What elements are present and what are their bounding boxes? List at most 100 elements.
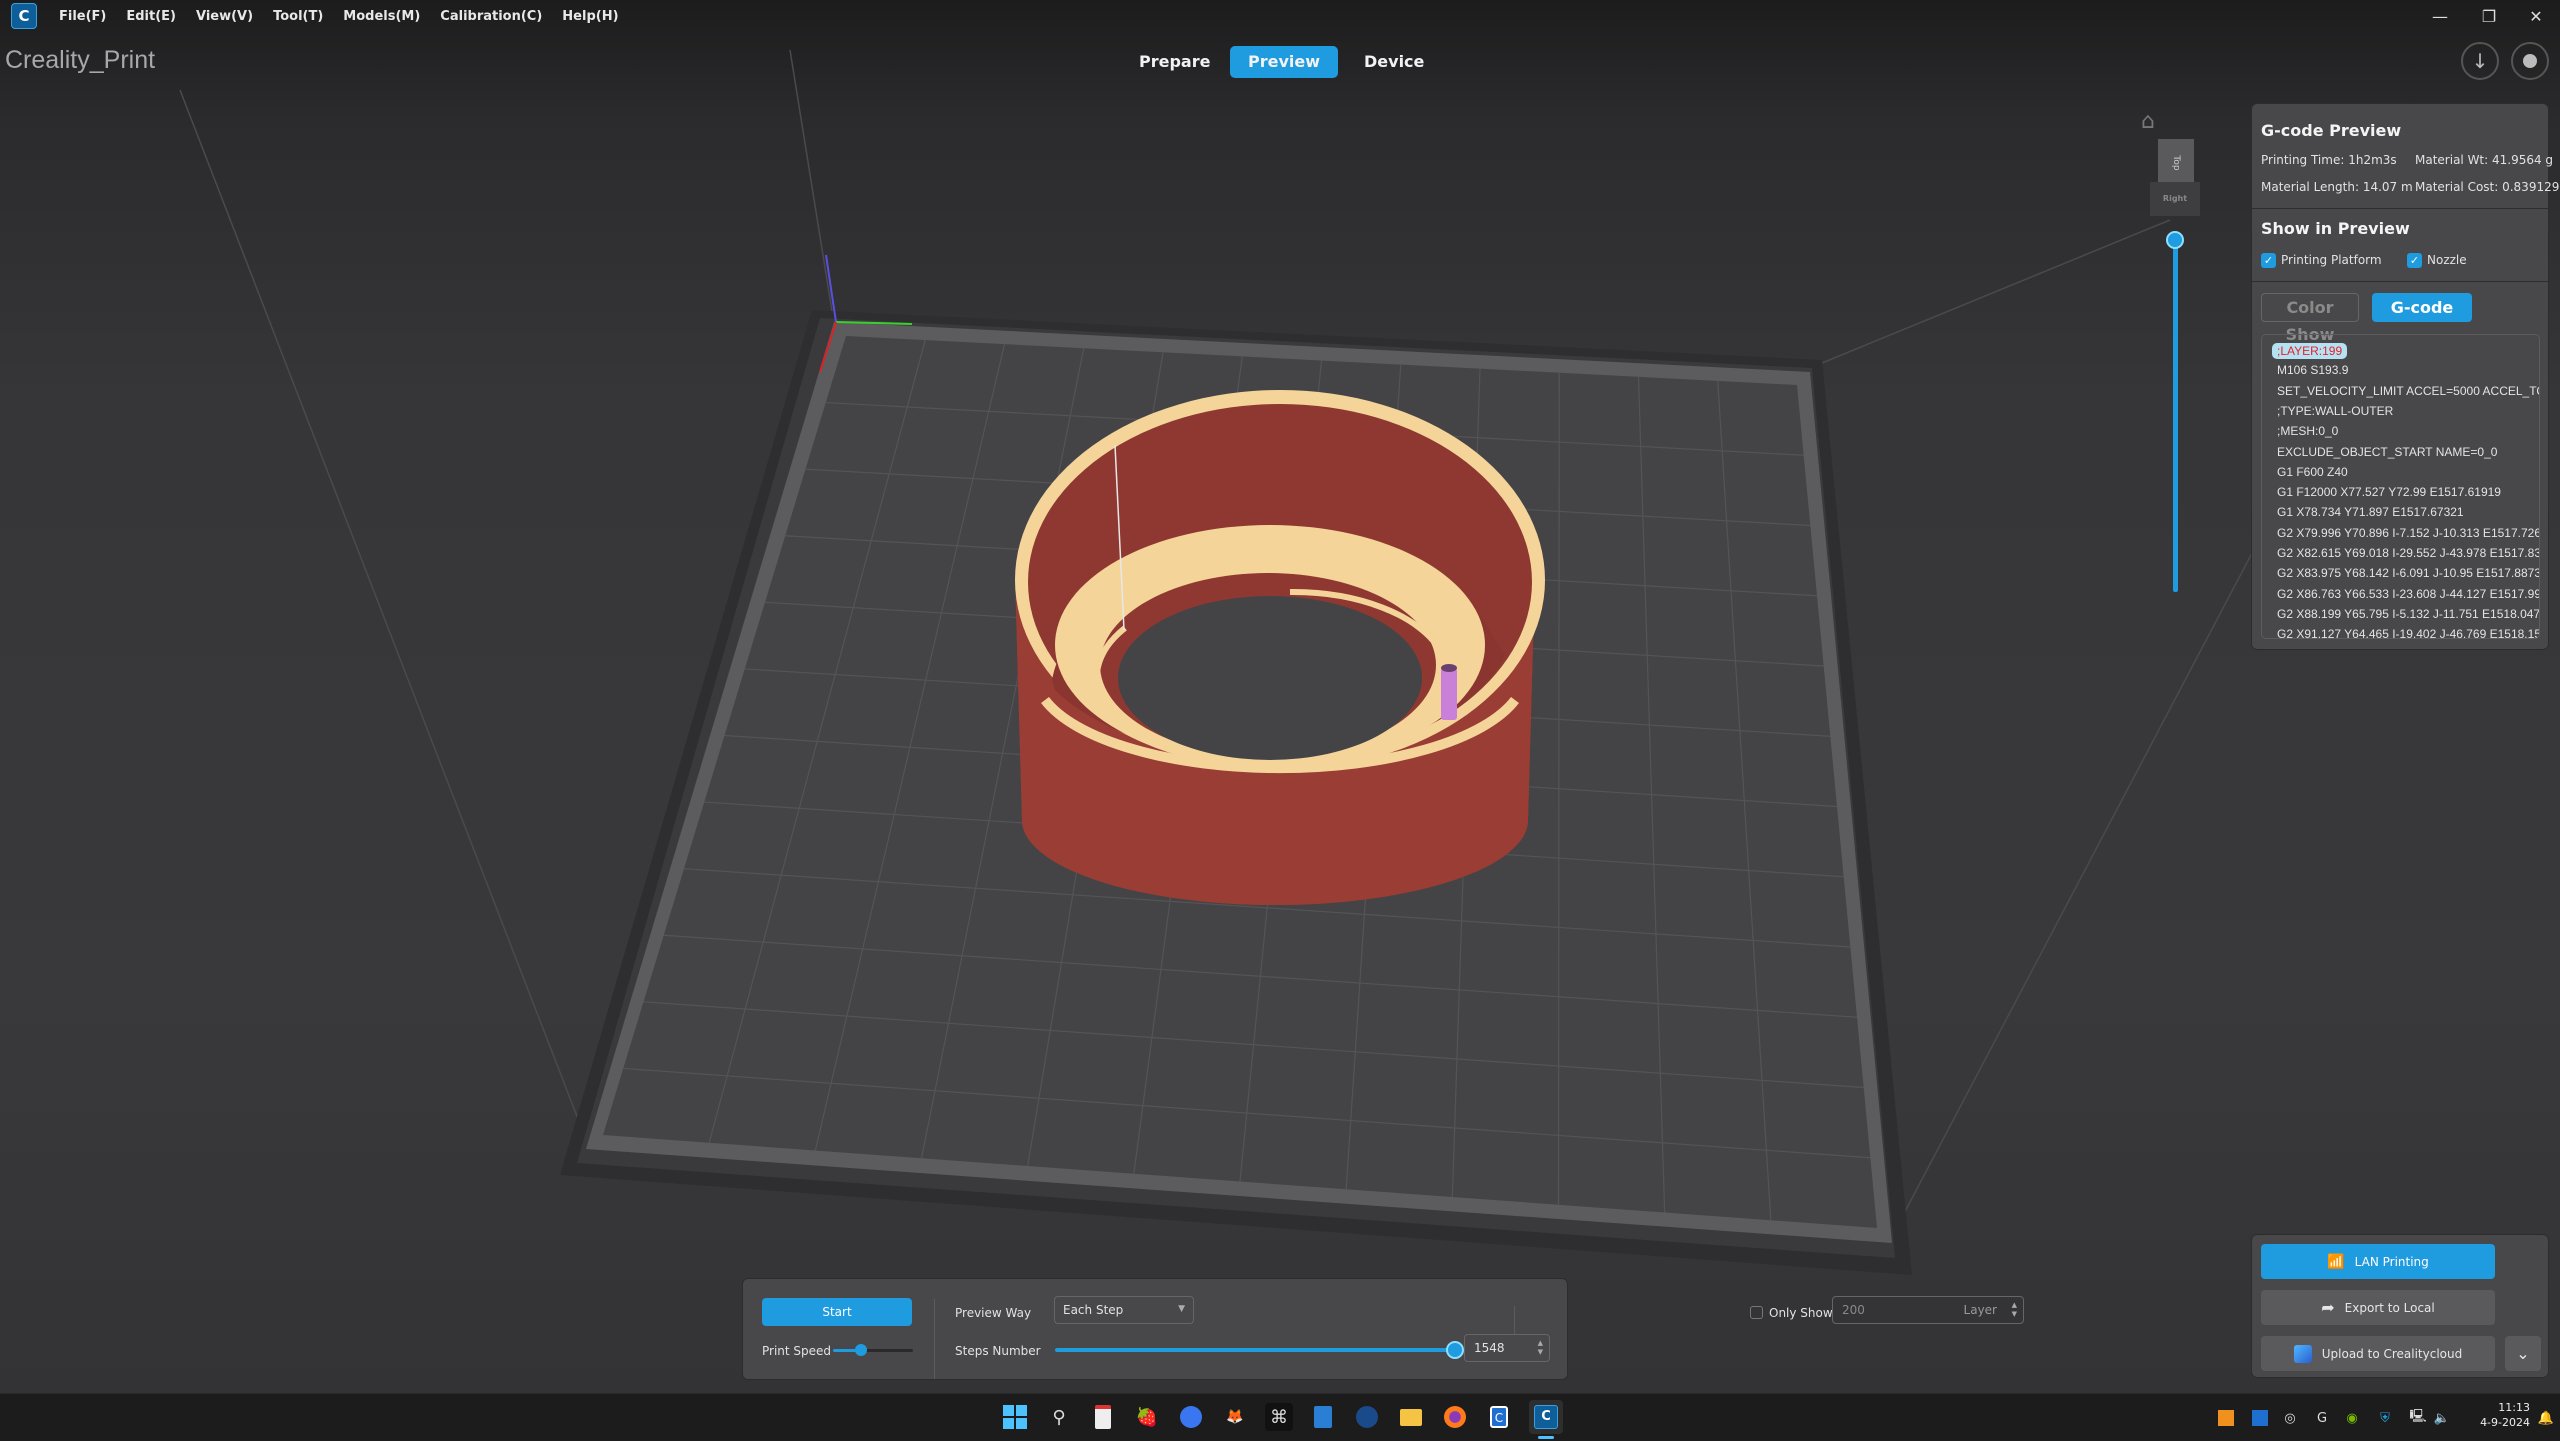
gimp-icon[interactable]: 🦊 — [1221, 1403, 1249, 1431]
tray-network-icon[interactable]: ◎ — [2280, 1408, 2300, 1428]
view-cube-right[interactable]: Right — [2150, 182, 2200, 216]
inner-hole — [1118, 596, 1422, 760]
divider — [2252, 281, 2548, 282]
restore-button[interactable]: ❐ — [2469, 4, 2509, 28]
frustum-line — [179, 89, 591, 1151]
tray-app-icon[interactable] — [2216, 1408, 2236, 1428]
gcode-line[interactable]: ;TYPE:WALL-OUTER — [2277, 404, 2393, 418]
creality-print-icon[interactable]: C — [1529, 1400, 1563, 1434]
gcode-preview-panel: G-code Preview Printing Time: 1h2m3s Mat… — [2251, 103, 2559, 650]
workflow-app-icon[interactable]: ⌘ — [1265, 1403, 1293, 1431]
gcode-line[interactable]: ;MESH:0_0 — [2277, 424, 2338, 438]
volume-icon[interactable]: 🔈 — [2432, 1408, 2452, 1428]
account-icon — [2523, 54, 2537, 68]
gcode-line[interactable]: G1 F600 Z40 — [2277, 465, 2348, 479]
gcode-line[interactable]: G2 X91.127 Y64.465 I-19.402 J-46.769 E15… — [2277, 627, 2539, 638]
frustum-line — [1889, 499, 2281, 1241]
more-options-button[interactable]: ⌄ — [2505, 1336, 2541, 1371]
material-cost: Material Cost: 0.839129 — [2415, 180, 2560, 194]
color-show-button[interactable]: Color Show — [2261, 293, 2359, 344]
start-button[interactable]: Start — [762, 1298, 912, 1326]
menu-tool[interactable]: Tool(T) — [273, 9, 323, 24]
only-show-label: Only Show — [1769, 1306, 1833, 1320]
tab-prepare[interactable]: Prepare — [1121, 46, 1228, 78]
menu-edit[interactable]: Edit(E) — [126, 9, 176, 24]
notifications-icon[interactable]: 🔔 — [2536, 1408, 2556, 1428]
steps-handle[interactable] — [1446, 1341, 1464, 1359]
file-explorer-icon[interactable] — [1397, 1403, 1425, 1431]
gcode-line[interactable]: G1 F12000 X77.527 Y72.99 E1517.61919 — [2277, 485, 2501, 499]
layer-slider-handle[interactable] — [2166, 231, 2184, 249]
preview-way-value: Each Step — [1063, 1303, 1124, 1317]
menu-models[interactable]: Models(M) — [343, 9, 420, 24]
gcode-line[interactable]: EXCLUDE_OBJECT_START NAME=0_0 — [2277, 445, 2497, 459]
minimize-button[interactable]: — — [2420, 4, 2460, 28]
divider — [2252, 208, 2548, 209]
spin-arrows-icon[interactable]: ▲ ▼ — [2012, 1301, 2017, 1319]
grid-line — [1557, 372, 1560, 1205]
tray-monitor-icon[interactable] — [2250, 1408, 2270, 1428]
view-cube-top[interactable]: Top — [2158, 139, 2194, 187]
taskbar: ⚲ 🍓 🦊 ⌘ C C ◎ G ◉ ⛨ 🖳 🔈 11:13 4-9-2024 🔔 — [0, 1393, 2560, 1441]
chevron-down-icon: ▼ — [1178, 1304, 1185, 1314]
printing-time: Printing Time: 1h2m3s — [2261, 153, 2397, 167]
tab-device[interactable]: Device — [1346, 46, 1442, 78]
preview-way-select[interactable]: Each Step ▼ — [1054, 1296, 1194, 1324]
firefox-icon[interactable] — [1441, 1403, 1469, 1431]
view-cube[interactable]: Top Right — [2150, 139, 2202, 217]
libreoffice-writer-icon[interactable] — [1309, 1403, 1337, 1431]
signal-icon[interactable] — [1177, 1403, 1205, 1431]
clock-date: 4-9-2024 — [2480, 1416, 2530, 1429]
gcode-line[interactable]: M106 S193.9 — [2277, 363, 2348, 377]
menu-view[interactable]: View(V) — [196, 9, 253, 24]
export-to-local-button[interactable]: ➦ Export to Local — [2261, 1290, 2495, 1325]
gcode-line[interactable]: G2 X83.975 Y68.142 I-6.091 J-10.95 E1517… — [2277, 566, 2539, 580]
crealitycloud-icon — [2293, 1344, 2312, 1363]
menu-calibration[interactable]: Calibration(C) — [440, 9, 542, 24]
account-button[interactable] — [2511, 42, 2549, 80]
menu-file[interactable]: File(F) — [59, 9, 106, 24]
search-icon[interactable]: ⚲ — [1045, 1403, 1073, 1431]
printing-platform-checkbox[interactable]: ✓ — [2261, 253, 2276, 268]
upload-crealitycloud-button[interactable]: Upload to Crealitycloud — [2261, 1336, 2495, 1371]
gcode-line[interactable]: G1 X78.734 Y71.897 E1517.67321 — [2277, 505, 2464, 519]
raspberry-pi-imager-icon[interactable]: 🍓 — [1133, 1403, 1161, 1431]
nozzle-checkbox[interactable]: ✓ — [2407, 253, 2422, 268]
layer-unit: Layer — [1963, 1303, 1997, 1317]
download-button[interactable]: ↓ — [2461, 42, 2499, 80]
creality-print-alt-icon[interactable]: C — [1485, 1403, 1513, 1431]
export-panel: 📶 LAN Printing ➦ Export to Local Upload … — [2251, 1234, 2549, 1378]
spin-arrows-icon[interactable]: ▲ ▼ — [1538, 1339, 1543, 1357]
tab-preview[interactable]: Preview — [1230, 46, 1339, 78]
gcode-line-current[interactable]: ;LAYER:199 — [2272, 343, 2348, 359]
logitech-icon[interactable]: G — [2312, 1408, 2332, 1428]
gcode-line[interactable]: G2 X79.996 Y70.896 I-7.152 J-10.313 E151… — [2277, 526, 2539, 540]
snipping-tool-icon[interactable] — [1089, 1403, 1117, 1431]
material-weight: Material Wt: 41.9564 g — [2415, 153, 2554, 167]
gcode-line[interactable]: SET_VELOCITY_LIMIT ACCEL=5000 ACCEL_TO_D — [2277, 384, 2539, 398]
gcode-listing[interactable]: ;LAYER:199 M106 S193.9 SET_VELOCITY_LIMIT … — [2261, 334, 2540, 639]
nvidia-icon[interactable]: ◉ — [2342, 1408, 2362, 1428]
layer-slider-track[interactable] — [2173, 240, 2178, 592]
close-button[interactable]: ✕ — [2516, 4, 2556, 28]
windows-start-icon[interactable] — [1001, 1403, 1029, 1431]
layer-spinbox[interactable]: 200 Layer ▲ ▼ — [1832, 1296, 2024, 1324]
print-speed-handle[interactable] — [855, 1344, 867, 1356]
steam-icon[interactable] — [1353, 1403, 1381, 1431]
ethernet-icon[interactable]: 🖳 — [2408, 1408, 2428, 1428]
export-local-label: Export to Local — [2344, 1300, 2435, 1315]
gcode-line[interactable]: G2 X88.199 Y65.795 I-5.132 J-11.751 E151… — [2277, 607, 2539, 621]
steps-spinbox[interactable]: 1548 ▲ ▼ — [1464, 1334, 1550, 1362]
defender-icon[interactable]: ⛨ — [2375, 1408, 2395, 1428]
clock[interactable]: 11:13 4-9-2024 — [2470, 1400, 2530, 1430]
home-view-icon[interactable]: ⌂ — [2141, 109, 2155, 134]
lan-printing-button[interactable]: 📶 LAN Printing — [2261, 1244, 2495, 1279]
gcode-line[interactable]: G2 X86.763 Y66.533 I-23.608 J-44.127 E15… — [2277, 587, 2539, 601]
active-app-indicator — [1538, 1436, 1554, 1439]
frustum-line — [1804, 219, 2171, 371]
gcode-button[interactable]: G-code — [2372, 293, 2472, 322]
gcode-line[interactable]: G2 X82.615 Y69.018 I-29.552 J-43.978 E15… — [2277, 546, 2539, 560]
menu-help[interactable]: Help(H) — [562, 9, 618, 24]
nozzle-marker — [1441, 668, 1457, 720]
only-show-checkbox[interactable] — [1750, 1306, 1763, 1319]
